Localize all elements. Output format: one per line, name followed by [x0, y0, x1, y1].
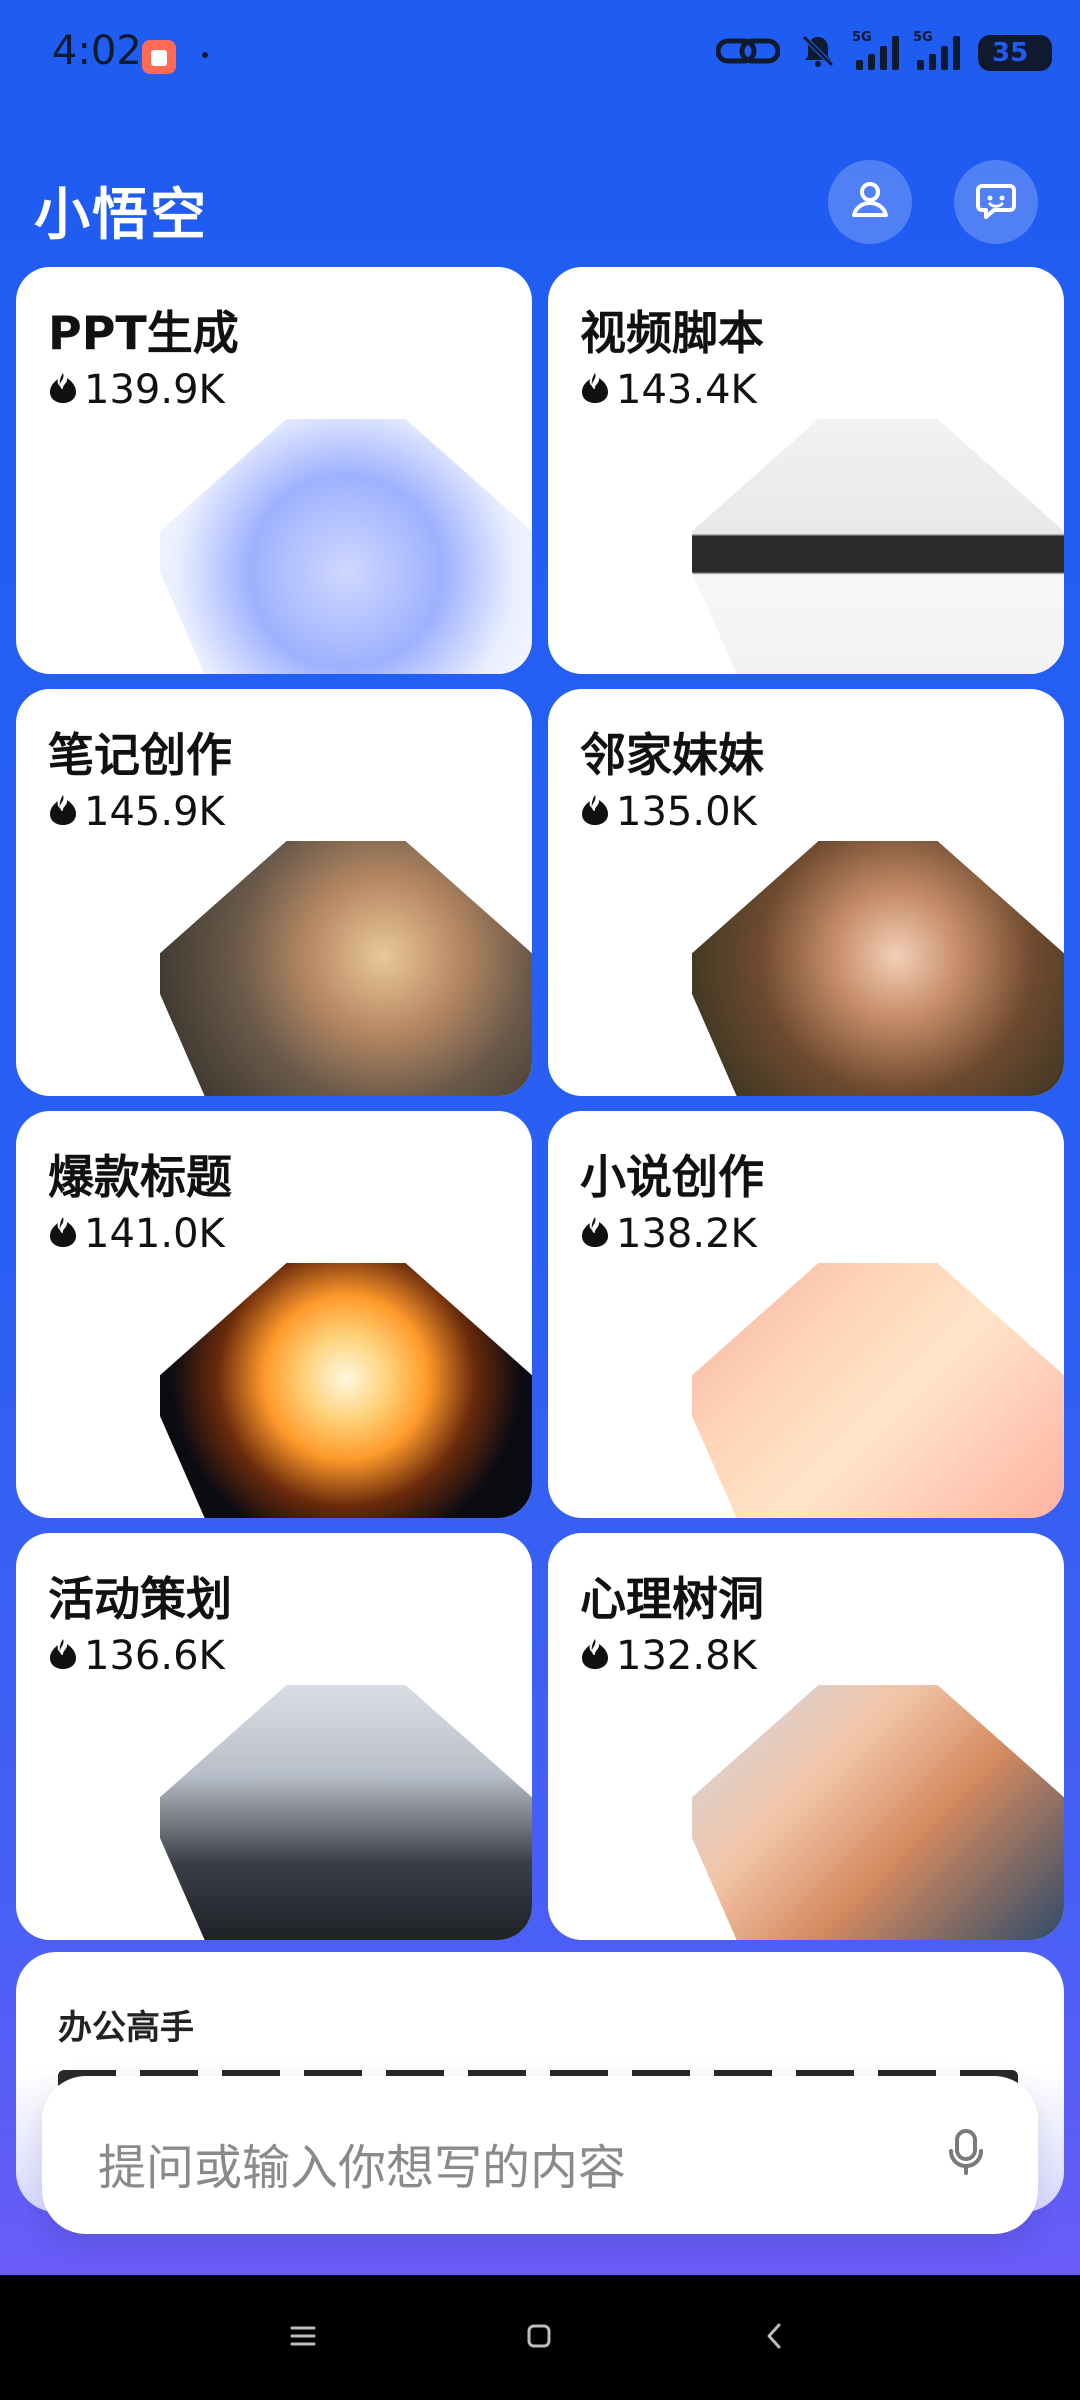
microphone-icon — [939, 2125, 993, 2183]
card-event-planning[interactable]: 活动策划 136.6K — [16, 1533, 532, 1940]
voice-input-button[interactable] — [936, 2124, 996, 2184]
card-count-value: 145.9K — [84, 789, 225, 835]
app-title: 小悟空 — [34, 183, 208, 248]
office-card-title: 办公高手 — [58, 2008, 194, 2048]
flame-icon — [48, 371, 78, 409]
chevron-left-icon — [758, 2319, 792, 2357]
card-count-value: 141.0K — [84, 1211, 225, 1257]
card-image — [160, 841, 532, 1096]
card-title: 心理树洞 — [580, 1572, 764, 1626]
status-icons: 5G 5G 35 — [715, 28, 1052, 78]
signal-5g-icon: 5G — [852, 30, 899, 70]
mute-bell-icon — [798, 31, 838, 75]
card-image — [692, 1685, 1064, 1940]
card-count-value: 138.2K — [616, 1211, 757, 1257]
card-popularity: 145.9K — [48, 789, 225, 835]
card-count-value: 139.9K — [84, 367, 225, 413]
prompt-input[interactable]: 提问或输入你想写的内容 — [42, 2076, 1038, 2234]
flame-icon — [48, 1215, 78, 1253]
card-image — [160, 1263, 532, 1518]
card-title: 邻家妹妹 — [580, 728, 764, 782]
card-popularity: 135.0K — [580, 789, 757, 835]
card-viral-title[interactable]: 爆款标题 141.0K — [16, 1111, 532, 1518]
home-button[interactable] — [516, 2315, 562, 2361]
card-image — [692, 841, 1064, 1096]
battery-level: 35 — [992, 38, 1029, 68]
card-neighbor-girl[interactable]: 邻家妹妹 135.0K — [548, 689, 1064, 1096]
flame-icon — [580, 1215, 610, 1253]
card-count-value: 143.4K — [616, 367, 757, 413]
card-title: 活动策划 — [48, 1572, 232, 1626]
card-count-value: 135.0K — [616, 789, 757, 835]
card-note-writing[interactable]: 笔记创作 145.9K — [16, 689, 532, 1096]
recent-apps-button[interactable] — [280, 2315, 326, 2361]
flame-icon — [580, 1637, 610, 1675]
messages-button[interactable] — [954, 160, 1038, 244]
card-image — [692, 1263, 1064, 1518]
menu-icon — [286, 2319, 320, 2357]
card-popularity: 143.4K — [580, 367, 757, 413]
card-title: 小说创作 — [580, 1150, 764, 1204]
status-bar: 4:02 5G 5G 35 — [0, 0, 1080, 110]
flame-icon — [580, 371, 610, 409]
link-icon — [715, 33, 781, 73]
back-button[interactable] — [752, 2315, 798, 2361]
signal-5g-secondary-icon: 5G — [913, 30, 960, 70]
battery-icon: 35 — [978, 35, 1052, 71]
card-video-script[interactable]: 视频脚本 143.4K — [548, 267, 1064, 674]
flame-icon — [48, 1637, 78, 1675]
chat-bubble-icon — [972, 176, 1020, 228]
card-popularity: 141.0K — [48, 1211, 225, 1257]
square-icon — [522, 2319, 556, 2357]
prompt-placeholder: 提问或输入你想写的内容 — [98, 2140, 627, 2196]
card-image — [160, 1685, 532, 1940]
system-navigation-bar — [0, 2275, 1080, 2400]
card-popularity: 136.6K — [48, 1633, 225, 1679]
card-popularity: 138.2K — [580, 1211, 757, 1257]
card-count-value: 136.6K — [84, 1633, 225, 1679]
notification-app-icon — [142, 40, 176, 74]
card-count-value: 132.8K — [616, 1633, 757, 1679]
flame-icon — [580, 793, 610, 831]
card-popularity: 132.8K — [580, 1633, 757, 1679]
user-icon — [847, 177, 893, 227]
status-time: 4:02 — [52, 28, 142, 74]
card-popularity: 139.9K — [48, 367, 225, 413]
card-title: 视频脚本 — [580, 306, 764, 360]
profile-button[interactable] — [828, 160, 912, 244]
notification-dot — [202, 52, 208, 58]
card-ppt[interactable]: PPT生成 139.9K — [16, 267, 532, 674]
flame-icon — [48, 793, 78, 831]
card-title: 笔记创作 — [48, 728, 232, 782]
card-image — [692, 419, 1064, 674]
card-title: 爆款标题 — [48, 1150, 232, 1204]
card-title: PPT生成 — [48, 306, 239, 360]
card-image — [160, 419, 532, 674]
card-mind-treehole[interactable]: 心理树洞 132.8K — [548, 1533, 1064, 1940]
card-novel-writing[interactable]: 小说创作 138.2K — [548, 1111, 1064, 1518]
